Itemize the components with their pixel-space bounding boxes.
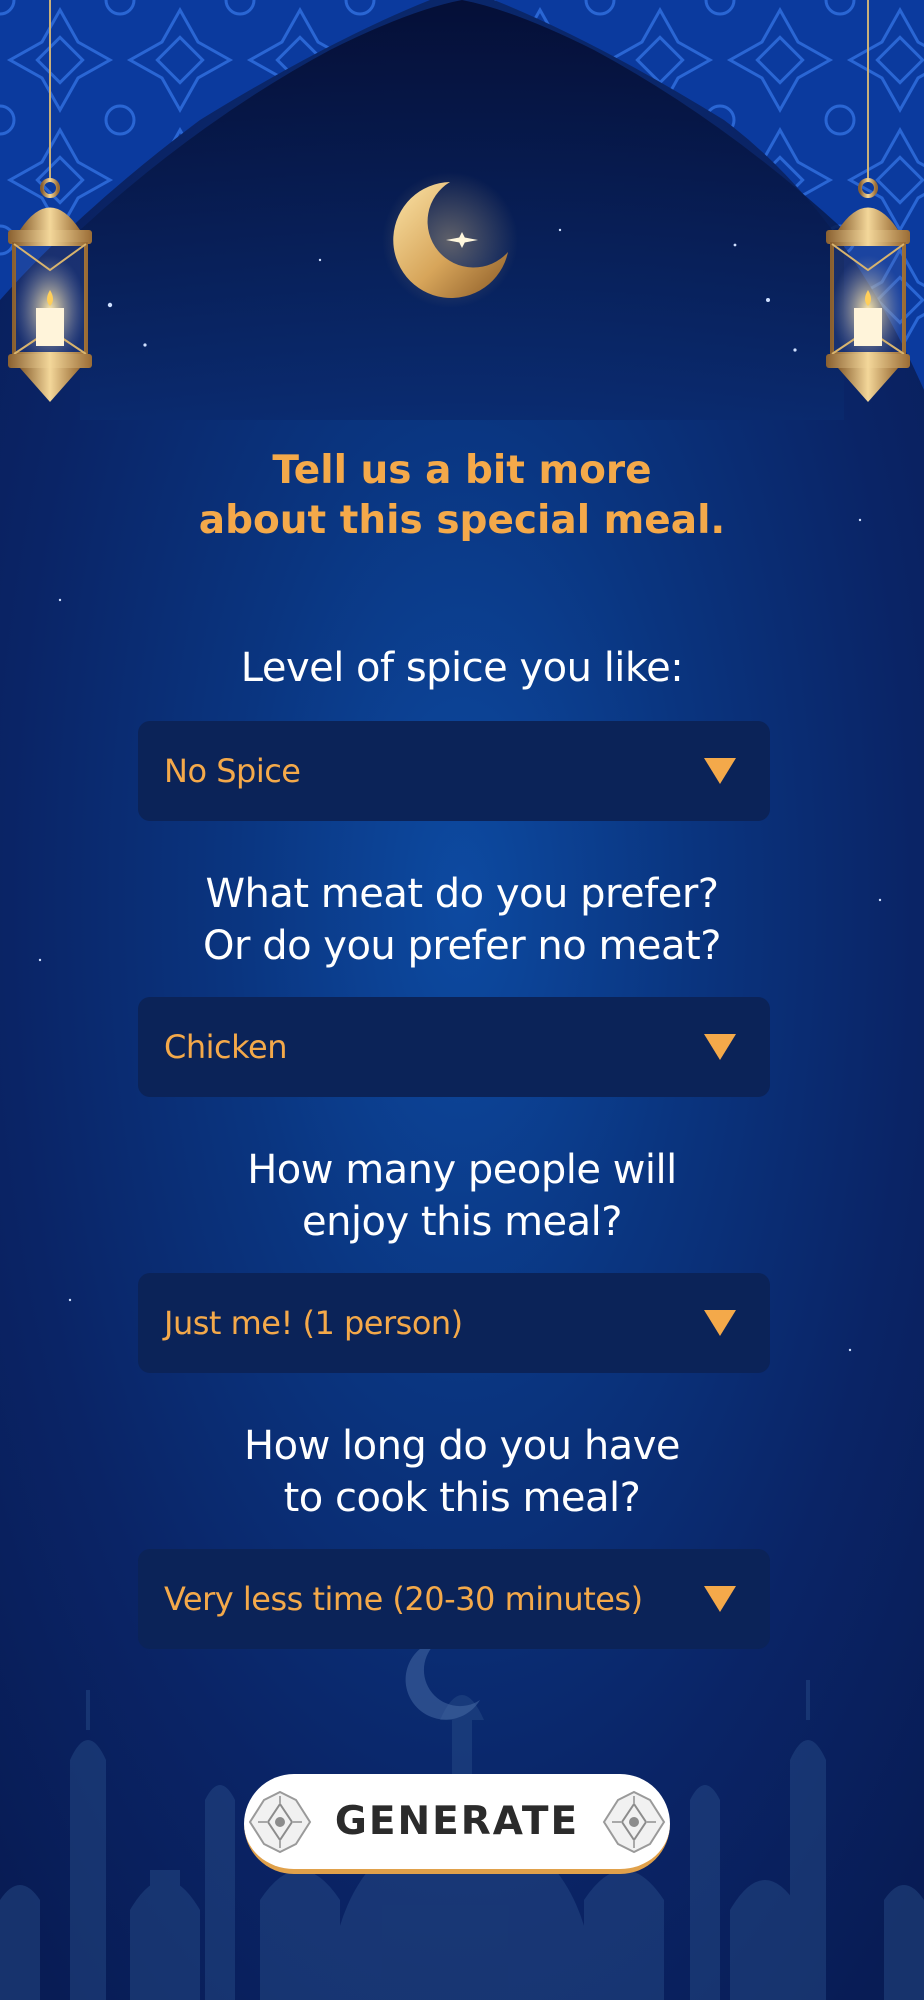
crescent-moon-icon bbox=[382, 172, 518, 308]
generate-button[interactable]: GENERATE bbox=[244, 1774, 670, 1874]
chevron-down-icon[interactable] bbox=[704, 1586, 736, 1612]
cook-time-label: How long do you have to cook this meal? bbox=[244, 1423, 680, 1521]
chevron-down-icon[interactable] bbox=[704, 1034, 736, 1060]
servings-select[interactable]: Just me! (1 person) bbox=[138, 1273, 770, 1373]
lantern-icon bbox=[826, 0, 910, 402]
cook-time-select[interactable]: Very less time (20-30 minutes) bbox=[138, 1549, 770, 1649]
meat-preference-value: Chicken bbox=[164, 1028, 287, 1066]
servings-value: Just me! (1 person) bbox=[164, 1304, 463, 1342]
servings-label: How many people will enjoy this meal? bbox=[247, 1147, 677, 1245]
app-screen: Tell us a bit more about this special me… bbox=[0, 0, 924, 2000]
chevron-down-icon[interactable] bbox=[704, 1310, 736, 1336]
ornament-icon bbox=[602, 1790, 666, 1854]
chevron-down-icon[interactable] bbox=[704, 758, 736, 784]
spice-level-select[interactable]: No Spice bbox=[138, 721, 770, 821]
meat-preference-label: What meat do you prefer? Or do you prefe… bbox=[203, 871, 721, 969]
lantern-icon bbox=[8, 0, 92, 402]
spice-level-value: No Spice bbox=[164, 752, 301, 790]
spice-level-label: Level of spice you like: bbox=[240, 645, 684, 691]
page-title: Tell us a bit more about this special me… bbox=[198, 448, 726, 543]
meat-preference-select[interactable]: Chicken bbox=[138, 997, 770, 1097]
cook-time-value: Very less time (20-30 minutes) bbox=[164, 1580, 643, 1618]
